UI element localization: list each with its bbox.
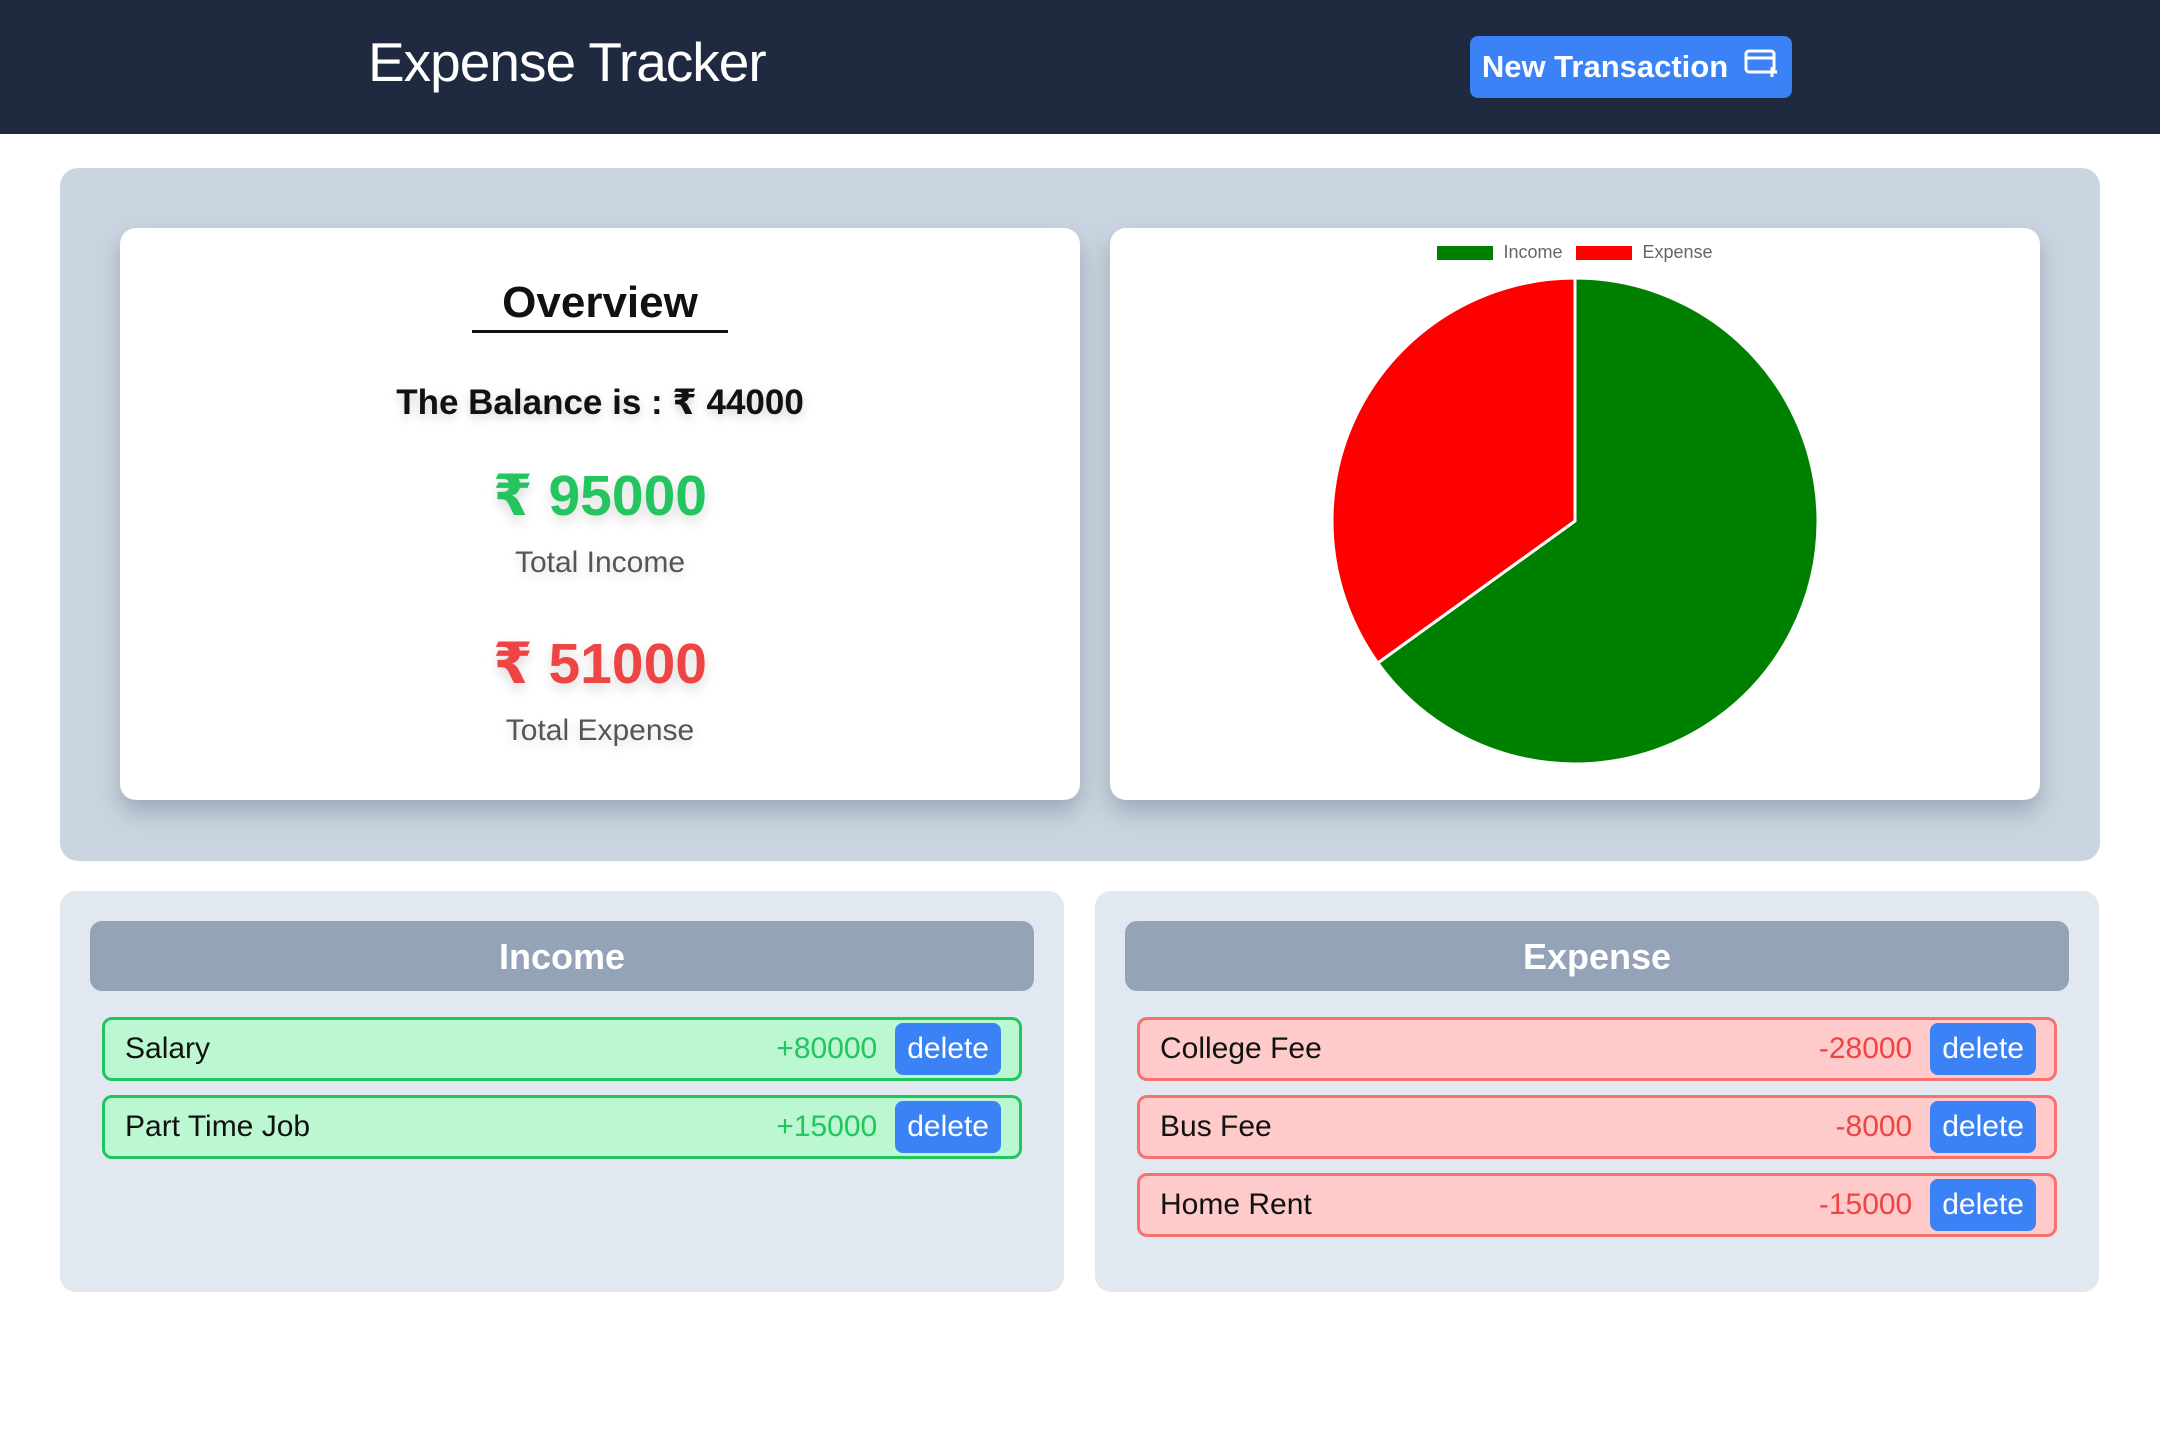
total-income-label: Total Income <box>514 546 686 579</box>
delete-button[interactable]: delete <box>895 1023 1001 1075</box>
expense-panel-title: Expense <box>1125 921 2069 991</box>
item-amount: -15000 <box>1818 1188 1913 1221</box>
delete-button[interactable]: delete <box>1930 1179 2036 1231</box>
item-name: College Fee <box>1160 1032 1322 1065</box>
item-name: Salary <box>125 1032 211 1065</box>
item-amount: +80000 <box>776 1032 878 1065</box>
item-amount: -8000 <box>1835 1110 1913 1143</box>
expense-panel: Expense College Fee -28000 delete Bus Fe… <box>1095 891 2099 1292</box>
overview-title: Overview <box>120 278 1080 333</box>
new-transaction-button[interactable]: New Transaction <box>1470 36 1792 98</box>
chart-card: Income Expense <box>1110 228 2040 800</box>
list-item: Part Time Job +15000 delete <box>102 1095 1022 1159</box>
total-expense-label: Total Expense <box>505 714 695 747</box>
income-panel-title: Income <box>90 921 1034 991</box>
list-item: College Fee -28000 delete <box>1137 1017 2057 1081</box>
total-expense-value: ₹ 51000 <box>492 632 707 696</box>
delete-button[interactable]: delete <box>1930 1101 2036 1153</box>
item-name: Home Rent <box>1160 1188 1312 1221</box>
item-amount: -28000 <box>1818 1032 1913 1065</box>
balance-text: The Balance is : ₹ 44000 <box>396 383 804 422</box>
delete-button[interactable]: delete <box>895 1101 1001 1153</box>
item-name: Part Time Job <box>125 1110 311 1143</box>
app-title: Expense Tracker <box>368 31 767 93</box>
pie-chart <box>1330 276 1820 766</box>
list-item: Bus Fee -8000 delete <box>1137 1095 2057 1159</box>
app-header: Expense Tracker New Transaction <box>0 0 2160 134</box>
list-item: Home Rent -15000 delete <box>1137 1173 2057 1237</box>
overview-card: Overview The Balance is : ₹ 44000 ₹ 9500… <box>120 228 1080 800</box>
new-transaction-label: New Transaction <box>1481 49 1729 84</box>
item-amount: +15000 <box>776 1110 878 1143</box>
list-item: Salary +80000 delete <box>102 1017 1022 1081</box>
income-panel: Income Salary +80000 delete Part Time Jo… <box>60 891 1064 1292</box>
total-income-value: ₹ 95000 <box>492 464 707 528</box>
item-name: Bus Fee <box>1160 1110 1272 1143</box>
delete-button[interactable]: delete <box>1930 1023 2036 1075</box>
card-plus-icon <box>1744 48 1780 86</box>
